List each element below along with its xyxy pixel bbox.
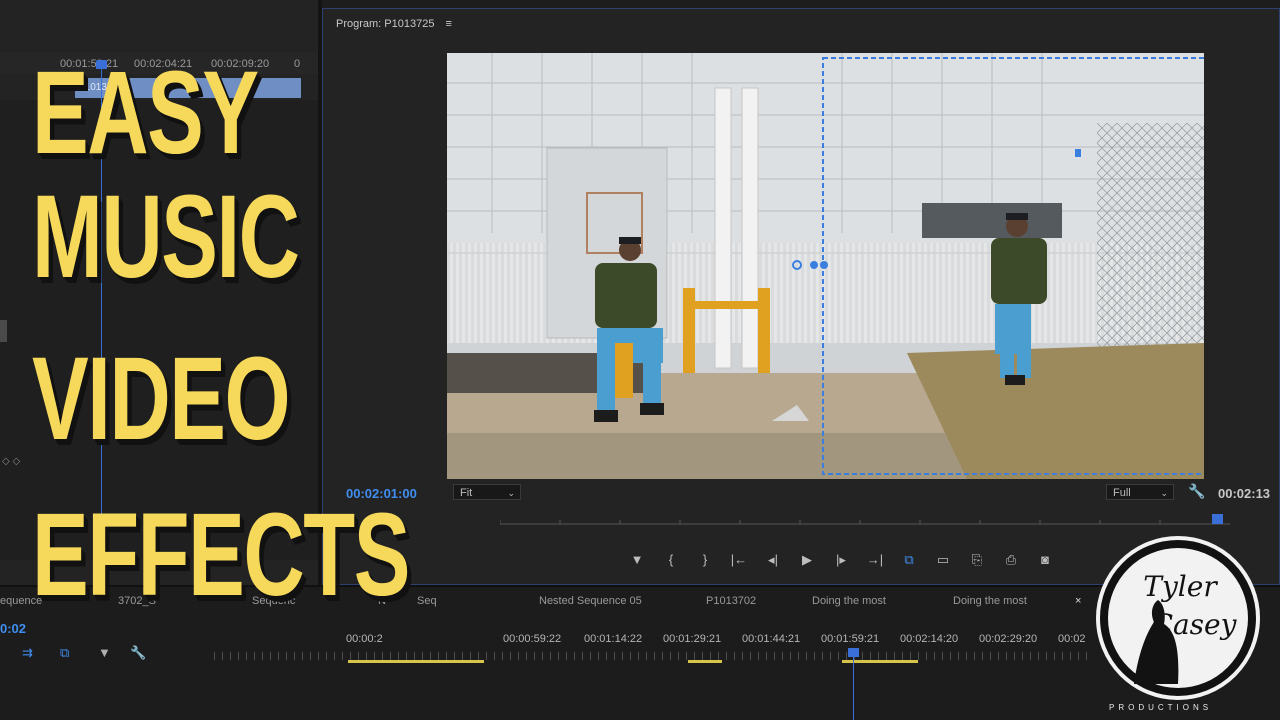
program-monitor-title: Program: P1013725 ≡: [336, 18, 452, 30]
work-area-segment: [348, 660, 484, 663]
mark-out-icon[interactable]: }: [688, 550, 722, 570]
ruler-timecode: 00:01:44:21: [742, 633, 801, 645]
tab-doing-the-most-2[interactable]: Doing the most: [953, 595, 1027, 607]
tab-sequence[interactable]: Seq: [417, 595, 437, 607]
tab-nested-sequence-05[interactable]: Nested Sequence 05: [539, 595, 642, 607]
ruler-timecode: 00:02: [1058, 633, 1086, 645]
zoom-dropdown[interactable]: Fit ⌄: [453, 484, 521, 500]
tyler-casey-logo: Tyler Casey: [1096, 536, 1260, 700]
extract-icon[interactable]: ⎙: [994, 550, 1028, 570]
work-area-segment: [688, 660, 722, 663]
program-title-text: Program: P1013725: [336, 18, 435, 30]
play-icon[interactable]: ▶: [790, 550, 824, 570]
timeline-playhead-handle[interactable]: [848, 648, 859, 657]
ruler-timecode: 00:01:14:22: [584, 633, 643, 645]
timeline-timecode[interactable]: 0:02: [0, 621, 26, 636]
step-back-icon[interactable]: ◂|: [756, 550, 790, 570]
ruler-timecode: 00:00:2: [346, 633, 383, 645]
comparison-view-icon[interactable]: ▭: [926, 550, 960, 570]
camera-icon[interactable]: ◙: [1028, 550, 1062, 570]
resolution-dropdown[interactable]: Full ⌄: [1106, 484, 1174, 500]
timeline-playhead[interactable]: [853, 650, 854, 720]
panel-menu-icon[interactable]: ≡: [446, 18, 452, 30]
logo-subtitle: PRODUCTIONS: [1109, 703, 1213, 712]
svg-text:Tyler: Tyler: [1143, 570, 1218, 603]
lift-icon[interactable]: ⎘: [960, 550, 994, 570]
source-scrollbar[interactable]: [0, 320, 7, 342]
keyframe-icon[interactable]: ◇ ◇: [2, 456, 20, 467]
snap-icon[interactable]: ⇉: [22, 645, 33, 661]
svg-text:Casey: Casey: [1152, 608, 1238, 641]
zoom-value: Fit: [460, 487, 473, 499]
title-line-1: EASY: [32, 47, 259, 179]
close-icon[interactable]: ×: [1075, 595, 1081, 607]
add-marker-icon[interactable]: ▼: [620, 550, 654, 570]
tab-doing-the-most[interactable]: Doing the most: [812, 595, 886, 607]
chevron-down-icon: ⌄: [507, 488, 515, 498]
wrench-icon[interactable]: 🔧: [1188, 483, 1205, 500]
title-line-2: MUSIC: [32, 171, 300, 303]
ruler-timecode: 00:02:14:20: [900, 633, 959, 645]
monitor-playhead[interactable]: [1212, 514, 1223, 524]
safe-margins-icon[interactable]: ⧉: [892, 550, 926, 570]
add-marker-icon[interactable]: ▼: [98, 645, 111, 660]
resolution-value: Full: [1113, 487, 1131, 499]
ruler-timecode: 00:00:59:22: [503, 633, 562, 645]
monitor-scrub-bar[interactable]: [500, 514, 1230, 526]
mark-in-icon[interactable]: {: [654, 550, 688, 570]
video-preview[interactable]: [447, 53, 1204, 479]
ruler-timecode: 00:01:59:21: [821, 633, 880, 645]
go-to-out-icon[interactable]: →|: [858, 550, 892, 570]
ruler-timecode: 00:01:29:21: [663, 633, 722, 645]
source-ruler-timecode: 0: [294, 58, 301, 70]
ruler-timecode: 00:02:29:20: [979, 633, 1038, 645]
title-line-3: VIDEO: [32, 333, 291, 465]
chevron-down-icon: ⌄: [1160, 488, 1168, 498]
transport-controls: ▼ { } |← ◂| ▶ |▸ →| ⧉ ▭ ⎘ ⎙ ◙: [620, 550, 1062, 570]
title-line-4: EFFECTS: [32, 489, 410, 621]
timeline-settings-icon[interactable]: 🔧: [130, 645, 146, 661]
go-to-in-icon[interactable]: |←: [722, 550, 756, 570]
linked-selection-icon[interactable]: ⧉: [60, 645, 69, 661]
video-frame-image: [447, 53, 1204, 479]
timeline-ruler[interactable]: [214, 652, 1094, 660]
duration-timecode: 00:02:13: [1218, 486, 1271, 501]
step-forward-icon[interactable]: |▸: [824, 550, 858, 570]
tab-p1013702[interactable]: P1013702: [706, 595, 756, 607]
